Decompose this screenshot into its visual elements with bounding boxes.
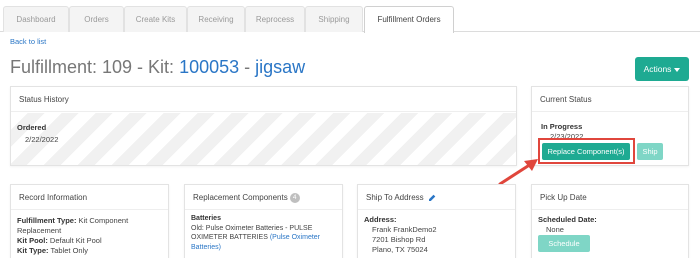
highlight-box: [538, 138, 635, 164]
tab-dashboard[interactable]: Dashboard: [3, 6, 69, 32]
fulfillment-type-label: Fulfillment Type:: [17, 216, 77, 225]
ship-to-address-header: Ship To Address: [358, 185, 515, 210]
history-date: 2/22/2022: [25, 135, 59, 144]
pick-up-date-title: Pick Up Date: [532, 185, 688, 210]
scheduled-date-label: Scheduled Date:: [538, 215, 597, 224]
component-link[interactable]: (Pulse Oximeter: [270, 234, 320, 241]
component-link-cont[interactable]: Batteries): [191, 244, 221, 251]
address-line-1: Frank FrankDemo2: [372, 225, 437, 234]
status-history-title: Status History: [11, 87, 516, 112]
tab-create-kits[interactable]: Create Kits: [124, 6, 187, 32]
replacement-components-panel: Replacement Components 4 Batteries Old: P…: [184, 184, 343, 258]
actions-label: Actions: [643, 64, 672, 74]
nav-tabs: Dashboard Orders Create Kits Receiving R…: [0, 6, 700, 33]
fulfillment-type-value: Kit Component: [76, 216, 129, 225]
kit-pool-value: Default Kit Pool: [47, 236, 102, 245]
tab-orders[interactable]: Orders: [69, 6, 124, 32]
fulfillment-type-value-cont: Replacement: [17, 226, 62, 235]
kit-type-value: Tablet Only: [48, 246, 88, 255]
ship-button[interactable]: Ship: [637, 143, 663, 160]
ship-to-address-title: Ship To Address: [366, 193, 424, 202]
kit-type-label: Kit Type:: [17, 246, 49, 255]
ship-to-address-panel: Ship To Address Address: Frank FrankDemo…: [357, 184, 516, 258]
scheduled-date-value: None: [546, 225, 564, 234]
history-status: Ordered: [17, 123, 47, 132]
count-badge: 4: [289, 192, 300, 203]
kit-number-link[interactable]: 100053: [179, 57, 239, 77]
page-title: Fulfillment: 109 - Kit: 100053 - jigsaw: [10, 57, 305, 78]
replacement-components-header: Replacement Components 4: [185, 185, 342, 210]
pick-up-date-panel: Pick Up Date Scheduled Date: None Schedu…: [531, 184, 689, 258]
actions-button[interactable]: Actions: [635, 57, 689, 81]
kit-name-link[interactable]: jigsaw: [255, 57, 305, 77]
component-category: Batteries: [191, 215, 221, 222]
kit-pool-label: Kit Pool:: [17, 236, 48, 245]
current-status-title: Current Status: [532, 87, 688, 112]
replacement-components-title: Replacement Components: [193, 193, 288, 202]
status-history-entry: Ordered 2/22/2022: [17, 123, 58, 144]
tab-fulfillment-orders[interactable]: Fulfillment Orders: [364, 6, 454, 33]
pencil-icon[interactable]: [428, 194, 436, 202]
old-component-line: Old: Pulse Oximeter Batteries - PULSE: [191, 224, 313, 232]
tab-reprocess[interactable]: Reprocess: [245, 6, 305, 32]
record-information-title: Record Information: [11, 185, 168, 210]
address-label: Address:: [364, 215, 397, 224]
record-information-panel: Record Information Fulfillment Type: Kit…: [10, 184, 169, 258]
old-component-text: OXIMETER BATTERIES: [191, 234, 270, 241]
title-prefix: Fulfillment: 109 - Kit:: [10, 57, 180, 77]
schedule-button[interactable]: Schedule: [538, 235, 590, 252]
tab-receiving[interactable]: Receiving: [187, 6, 245, 32]
timeline-background: [11, 113, 516, 165]
tab-shipping[interactable]: Shipping: [305, 6, 363, 32]
back-to-list-link[interactable]: Back to list: [10, 37, 46, 46]
address-line-3: Plano, TX 75024: [372, 245, 428, 254]
chevron-down-icon: [674, 67, 681, 72]
address-line-2: 7201 Bishop Rd: [372, 235, 426, 244]
current-status-value: In Progress: [541, 122, 583, 131]
title-separator: -: [239, 57, 256, 77]
status-history-panel: Status History Ordered 2/22/2022: [10, 86, 517, 166]
